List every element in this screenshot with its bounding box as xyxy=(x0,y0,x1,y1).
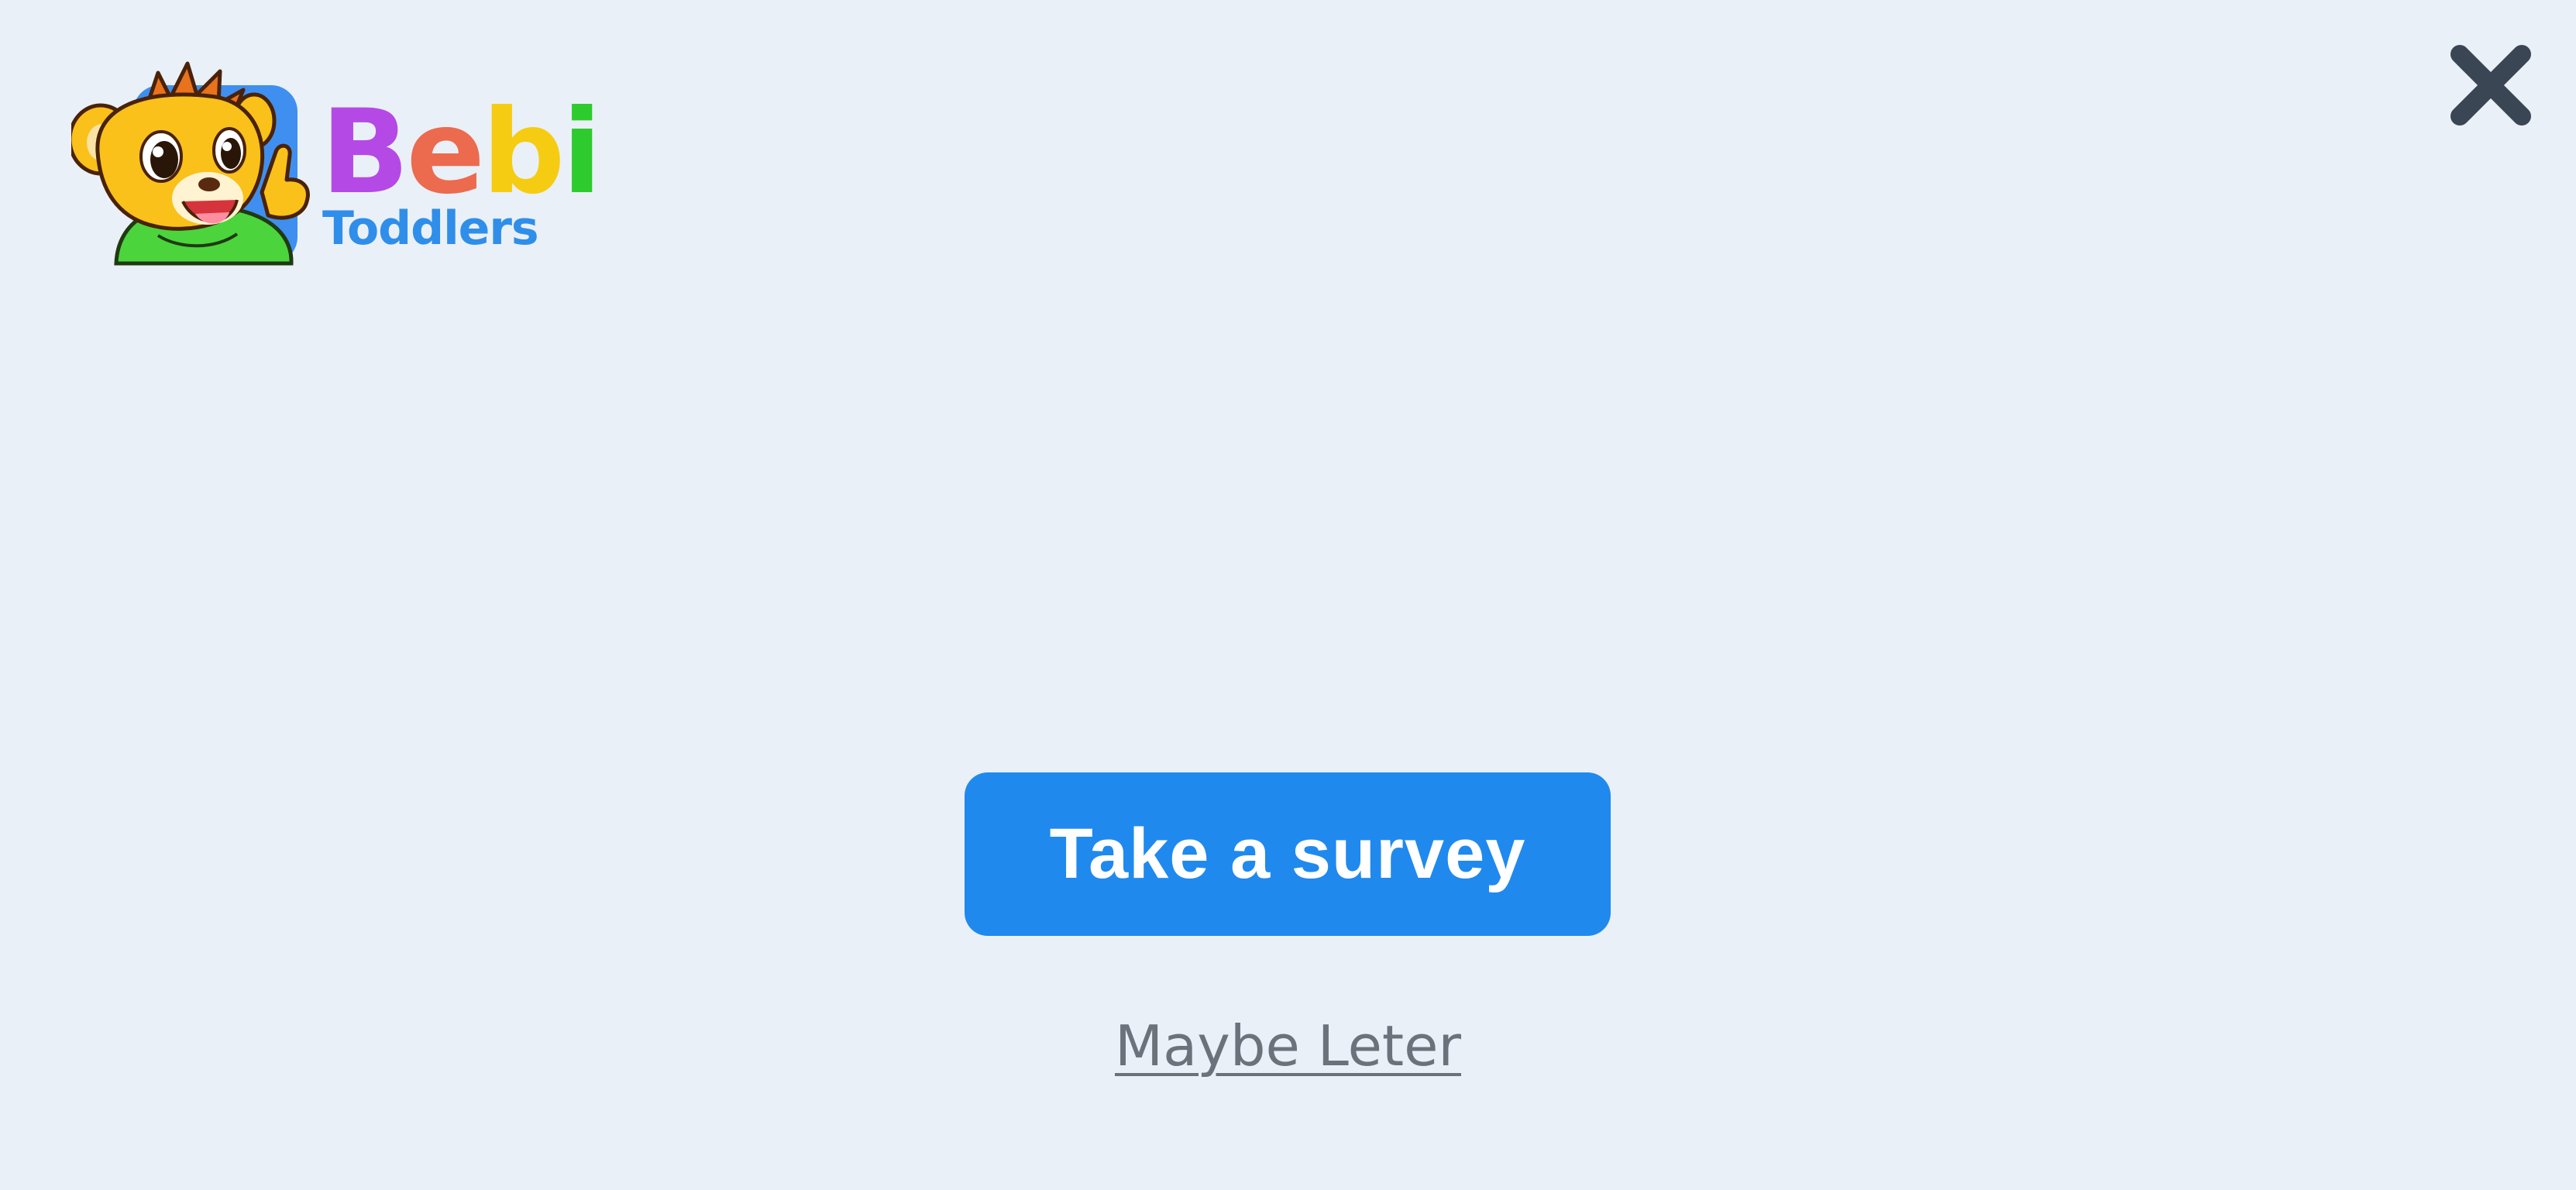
brand-letter: e xyxy=(406,85,485,220)
brand-subtitle: Toddlers xyxy=(322,201,539,256)
brand-letter: b xyxy=(482,85,565,220)
lion-cub-mascot-icon xyxy=(67,56,319,269)
brand-letter: B xyxy=(321,85,409,220)
brand-letter: i xyxy=(562,85,601,220)
maybe-later-label: Maybe Leter xyxy=(1114,1013,1461,1078)
brand-logo: Bebi Toddlers xyxy=(67,56,602,269)
maybe-later-link[interactable]: Maybe Leter xyxy=(1007,1007,1569,1085)
take-survey-label: Take a survey xyxy=(1049,814,1526,893)
brand-wordmark: Bebi Toddlers xyxy=(321,95,602,269)
take-survey-button[interactable]: Take a survey xyxy=(965,772,1611,936)
close-button[interactable] xyxy=(2444,39,2537,132)
brand-name: Bebi xyxy=(321,85,602,220)
close-icon xyxy=(2450,45,2531,126)
